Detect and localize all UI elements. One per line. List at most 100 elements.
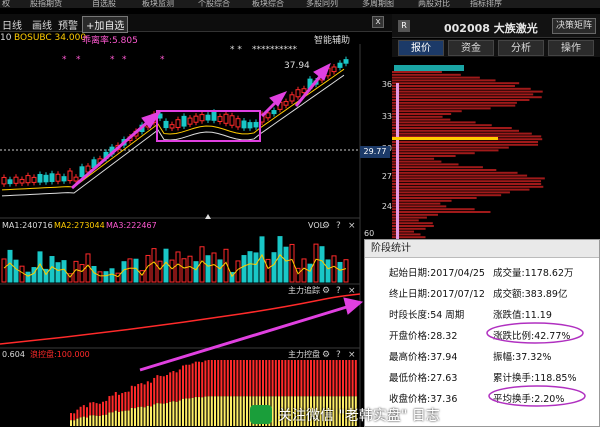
control-bar-red (246, 360, 248, 397)
tab-analysis[interactable]: 分析 (498, 40, 544, 56)
control-bar-yellow (150, 406, 152, 426)
control-indicator-name[interactable]: 主力控盘 (288, 349, 320, 359)
control-bar-red (239, 360, 242, 397)
control-bar-red (223, 360, 226, 397)
volume-bar (211, 252, 217, 283)
volume-bar (217, 259, 223, 283)
chip-bar (392, 76, 480, 79)
control-bar-red (310, 360, 312, 397)
gear-icon[interactable]: ⚙ ⚙ ⚙ (322, 221, 330, 360)
candle (49, 173, 55, 183)
control-bar-red (354, 360, 357, 397)
candle (1, 176, 7, 185)
add-watchlist-button[interactable]: +加自选 (82, 16, 129, 33)
tab-funds[interactable]: 资金 (448, 40, 494, 56)
candle (199, 114, 205, 122)
chip-bar (392, 118, 451, 121)
tab-quote[interactable]: 报价 (398, 40, 444, 56)
stage-statistics-popup: 阶段统计 起始日期:2017/04/25 成交量:1178.62万 终止日期:20… (364, 239, 600, 427)
moving-average-yellow (1, 68, 345, 191)
control-bar-red (220, 360, 223, 397)
control-bar-red (175, 372, 178, 402)
chip-bar (392, 180, 542, 183)
menu-item[interactable]: 自选股 (92, 0, 116, 8)
menu-item[interactable]: 两股对比 (418, 0, 450, 8)
control-bar-red (265, 360, 268, 397)
control-bar-red (342, 360, 344, 397)
chip-bar (392, 202, 441, 205)
stock-chart[interactable]: * * * * * * * ********** 37.94 MA1:240716 … (0, 44, 392, 427)
control-bar-yellow (108, 412, 111, 426)
chip-bar (392, 107, 491, 110)
control-bar-red (348, 360, 351, 397)
volume-bar (103, 271, 109, 283)
control-bar-red (297, 360, 300, 397)
volume-bar (109, 268, 115, 283)
control-bar-red (130, 385, 133, 408)
control-bar-red (319, 360, 322, 397)
menu-item[interactable]: 权 (2, 0, 10, 8)
control-bar-yellow (166, 403, 168, 426)
menu-item[interactable]: 板块监测 (142, 0, 174, 8)
candle (337, 62, 343, 68)
chip-bar (392, 149, 499, 152)
candle (43, 174, 49, 183)
close-icon[interactable]: x (372, 16, 384, 28)
menu-item[interactable]: 个股综合 (198, 0, 230, 8)
control-bar-red (332, 360, 335, 397)
menu-item[interactable]: 指标排序 (470, 0, 502, 8)
control-bar-red (236, 360, 239, 397)
candle (211, 111, 217, 121)
control-bar-red (150, 382, 152, 407)
panel-close-icon[interactable]: × × × (348, 221, 356, 360)
control-bar-red (255, 360, 258, 397)
control-bar-red (114, 392, 117, 411)
svg-text:×: × (348, 286, 356, 296)
chip-bar (392, 163, 459, 166)
candle (169, 124, 175, 129)
alert-button[interactable]: 预警 (58, 17, 78, 32)
control-bar-red (156, 375, 159, 404)
help-icon[interactable]: ??? (336, 221, 341, 360)
control-value-left: 0.604 (2, 350, 25, 359)
watermark-text: 关注微信 "老韩实盘" 日志 (278, 408, 440, 424)
control-bar-yellow (143, 407, 146, 426)
chip-bar (392, 124, 492, 127)
control-bar-red (127, 391, 130, 411)
control-bar-red (121, 393, 124, 412)
control-bar-red (118, 394, 120, 412)
volume-bar (13, 259, 19, 283)
control-bar-red (111, 395, 114, 413)
control-bar-red (287, 360, 290, 397)
tab-operation[interactable]: 操作 (548, 40, 594, 56)
decision-matrix-button[interactable]: 决策矩阵 (552, 18, 596, 34)
draw-line-button[interactable]: 画线 (32, 17, 52, 32)
volume-bar (319, 246, 325, 283)
indicator-info-line: 10 BOSUBC 34.000 乖离率:5.805 智能辅助 (0, 33, 360, 46)
chip-bar (392, 177, 545, 180)
chip-bar (392, 152, 475, 155)
menu-item[interactable]: 多周期图 (362, 0, 394, 8)
control-bar-yellow (194, 397, 197, 426)
chip-bar (392, 110, 462, 113)
chip-bar (392, 82, 520, 85)
chip-bar (392, 191, 510, 194)
control-bar-red (89, 402, 92, 416)
menu-item[interactable]: 多股同列 (306, 0, 338, 8)
candle (193, 115, 199, 123)
control-bar-yellow (105, 414, 108, 426)
chart-toolbar: 日线 画线 预警 +加自选 x (0, 14, 392, 33)
menu-item[interactable]: 股指期货 (30, 0, 62, 8)
svg-text:?: ? (336, 221, 341, 231)
chip-bar (392, 90, 543, 93)
control-bar-yellow (92, 415, 95, 426)
menu-item[interactable]: 板块综合 (252, 0, 284, 8)
control-bar-red (233, 360, 236, 397)
candle (175, 119, 181, 128)
refresh-badge[interactable]: R (398, 20, 410, 32)
control-bar-red (217, 360, 220, 397)
candle (289, 94, 295, 102)
tracking-indicator-name[interactable]: 主力追踪 (288, 285, 320, 295)
tab-daily[interactable]: 日线 (2, 17, 22, 32)
control-bar-red (162, 376, 165, 404)
